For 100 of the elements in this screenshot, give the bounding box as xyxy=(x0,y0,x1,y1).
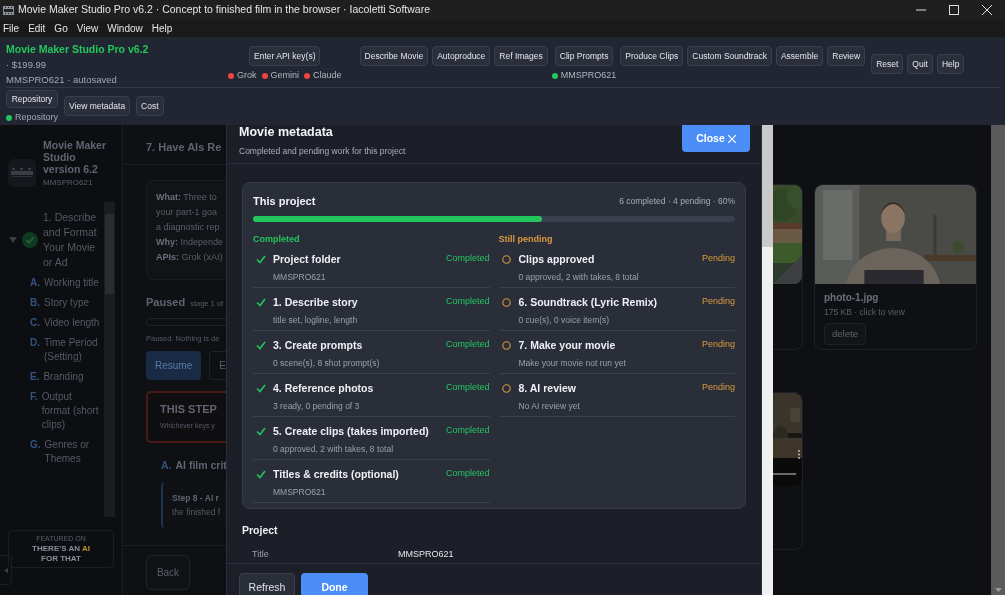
step-button[interactable]: Clip Prompts xyxy=(554,46,614,66)
circle-icon xyxy=(501,383,511,393)
item-title: Titles & credits (optional) xyxy=(273,466,399,482)
expand-icon[interactable] xyxy=(9,237,17,243)
item-title: 5. Create clips (takes imported) xyxy=(273,423,429,439)
project-label: MMSPRO621 xyxy=(560,69,617,82)
status-label: Completed xyxy=(445,294,490,308)
toolbar-button[interactable]: View metadata xyxy=(64,96,131,116)
step-label: 1. Describe and Format Your Movie or Ad xyxy=(43,210,98,270)
info-text: APIs: Grok (xAI) xyxy=(156,251,224,264)
menu-item[interactable]: View xyxy=(76,21,99,36)
toolbar-button[interactable]: Cost xyxy=(136,96,164,116)
item-detail: title set, logline, length xyxy=(273,314,358,327)
step-button[interactable]: Assemble xyxy=(775,46,824,66)
app-version-title: Movie Maker Studio version 6.2 xyxy=(43,139,108,175)
badge-text: FOR THAT xyxy=(41,554,81,564)
status-label: Completed xyxy=(445,380,490,394)
photo-card[interactable]: photo-1.jpg 175 KB · click to view delete xyxy=(814,184,977,350)
project-label: MMSPRO621 xyxy=(43,177,94,189)
repository-button[interactable]: Repository xyxy=(6,90,59,108)
item-title: Clips approved xyxy=(518,251,596,267)
action-button[interactable]: Help xyxy=(936,54,965,74)
progress-summary: 6 completed · 4 pending · 60% xyxy=(619,194,735,208)
scrollbar[interactable] xyxy=(991,125,1005,595)
step-heading: 7. Have AIs Re xyxy=(146,141,222,153)
item-detail: 0 approved, 2 with takes, 8 total xyxy=(518,271,639,284)
menu-item[interactable]: Help xyxy=(151,21,173,36)
item-letter: G. xyxy=(30,438,41,452)
provider-label: Grok xyxy=(237,69,257,82)
warning-title: THIS STEP xyxy=(160,401,218,417)
scrollbar[interactable] xyxy=(762,125,773,595)
item-detail: 0 cue(s), 0 voice item(s) xyxy=(518,314,611,327)
check-icon xyxy=(256,469,266,479)
column-heading: Completed xyxy=(253,232,301,245)
section-heading: Project xyxy=(242,523,279,537)
item-detail: No AI review yet xyxy=(518,400,580,413)
step-button[interactable]: Describe Movie xyxy=(359,46,429,66)
check-icon xyxy=(256,426,266,436)
step-button[interactable]: Produce Clips xyxy=(620,46,684,66)
photo-card[interactable] xyxy=(773,184,803,350)
api-key-button[interactable]: Enter API key(s) xyxy=(249,46,321,66)
provider-label: Gemini xyxy=(270,69,300,82)
check-icon xyxy=(256,340,266,350)
item-letter: E. xyxy=(30,370,40,384)
circle-icon xyxy=(501,254,511,264)
autosave-status: MMSPRO621 · autosaved xyxy=(6,73,118,87)
badge-text: THERE'S AN xyxy=(32,544,80,554)
app-icon xyxy=(3,5,14,15)
refresh-button[interactable]: Refresh xyxy=(239,572,295,595)
menu-item[interactable]: File xyxy=(3,21,20,36)
item-letter: B. xyxy=(30,296,40,310)
modal-title: Movie metadata xyxy=(239,125,334,139)
menu-item[interactable]: Window xyxy=(107,21,143,36)
app-name: Movie Maker Studio Pro v6.2 xyxy=(6,42,150,57)
film-strip-icon xyxy=(11,168,33,178)
item-letter: F. xyxy=(30,390,38,404)
item-title: Project folder xyxy=(273,251,341,267)
status-label: Completed xyxy=(445,251,490,265)
close-icon xyxy=(727,134,736,143)
check-icon xyxy=(256,383,266,393)
item-detail: Make your movie not run yet xyxy=(518,357,626,370)
step-button[interactable]: Autoproduce xyxy=(432,46,491,66)
file-name: photo-1.jpg xyxy=(823,291,880,305)
field-value: MMSPRO621 xyxy=(398,548,454,561)
collapse-tab[interactable] xyxy=(0,555,12,585)
note-text: the finished f xyxy=(172,505,222,519)
close-icon xyxy=(981,5,992,15)
item-title: 6. Soundtrack (Lyric Remix) xyxy=(518,294,657,310)
provider-label: Claude xyxy=(313,69,342,82)
item-detail: MMSPRO621 xyxy=(273,486,327,499)
scrollbar[interactable] xyxy=(104,202,115,517)
action-button[interactable]: Quit xyxy=(907,54,933,74)
caret-icon xyxy=(3,567,8,573)
field-label: Title xyxy=(252,548,270,561)
card-title: This project xyxy=(253,194,316,209)
section-title: AI film crit xyxy=(175,457,227,473)
window-title: Movie Maker Studio Pro v6.2 · Concept to finished film in the browser · Iacoletti Software xyxy=(18,2,430,18)
info-text: a diagnostic rep xyxy=(156,221,221,234)
item-title: 1. Describe story xyxy=(273,294,358,310)
step-button[interactable]: Review xyxy=(827,46,866,66)
repository-status: Repository xyxy=(15,111,59,124)
status-label: Pending xyxy=(701,380,735,394)
step-button[interactable]: Ref Images xyxy=(494,46,548,66)
menu-item[interactable]: Edit xyxy=(28,21,46,36)
check-icon xyxy=(256,254,266,264)
note-text: Step 8 - AI r xyxy=(172,491,220,505)
status-label: Completed xyxy=(445,337,490,351)
section-letter: A. xyxy=(161,457,172,473)
item-title: 4. Reference photos xyxy=(273,380,374,396)
item-letter: A. xyxy=(30,276,40,290)
price-text: · $199.99 xyxy=(6,58,48,72)
menu-item[interactable]: Go xyxy=(54,21,68,36)
status-label: Pending xyxy=(701,337,735,351)
file-meta: 175 KB · click to view xyxy=(823,306,906,319)
action-button[interactable]: Reset xyxy=(871,54,904,74)
item-title: 3. Create prompts xyxy=(273,337,364,353)
step-button[interactable]: Custom Soundtrack xyxy=(687,46,772,66)
status-label: Completed xyxy=(445,466,490,480)
down-arrow-icon[interactable] xyxy=(994,588,1002,592)
item-detail: 0 approved, 2 with takes, 8 total xyxy=(273,443,395,456)
